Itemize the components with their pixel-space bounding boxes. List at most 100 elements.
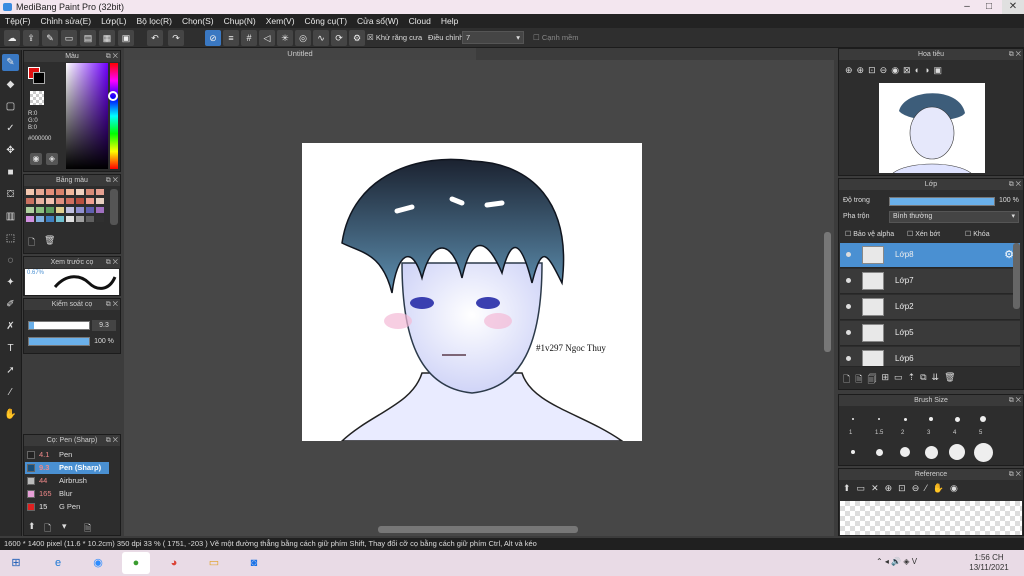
palette-swatch[interactable]	[46, 216, 54, 222]
new-8bit-layer-icon[interactable]: 🗐	[868, 372, 877, 386]
new-halftone-layer-icon[interactable]: 🗎	[855, 372, 862, 386]
dot-tool-icon[interactable]: ▢	[2, 98, 19, 115]
comment-icon[interactable]: ✎	[42, 30, 58, 46]
menu-filter[interactable]: Bộ lọc(R)	[132, 14, 177, 28]
artwork-canvas[interactable]: #1v297 Ngoc Thuy	[302, 143, 642, 442]
palette-swatch[interactable]	[56, 207, 64, 213]
palette-swatch[interactable]	[76, 198, 84, 204]
eye-icon[interactable]	[846, 356, 851, 361]
close-reference-icon[interactable]: ✕	[871, 483, 879, 497]
maximize-icon[interactable]: □	[978, 0, 1000, 14]
palette-swatch[interactable]	[56, 216, 64, 222]
delete-palette-icon[interactable]: 🗑	[44, 235, 55, 246]
coccoc-icon[interactable]: ●	[122, 552, 150, 574]
redo-icon[interactable]: ↷	[168, 30, 184, 46]
secondary-color[interactable]	[33, 72, 45, 84]
hand-tool-icon[interactable]: ✋	[2, 406, 19, 423]
lasso-tool-icon[interactable]: ◌	[2, 252, 19, 269]
brush-size-dot[interactable]	[924, 445, 938, 459]
file-explorer-icon[interactable]: ▭	[200, 552, 228, 574]
color-mix-icon[interactable]: ◈	[46, 153, 58, 165]
gradient-tool-icon[interactable]: ▥	[2, 208, 19, 225]
antialias-checkbox[interactable]: ☒ Khử răng cưa	[367, 33, 422, 42]
brush-size-dot[interactable]	[877, 417, 881, 421]
start-icon[interactable]: ⊞	[2, 552, 30, 574]
menu-cloud[interactable]: Cloud	[404, 14, 436, 28]
zoom-in-icon[interactable]: ⊕	[857, 65, 865, 79]
move-tool-icon[interactable]: ✥	[2, 142, 19, 159]
saturation-value-picker[interactable]	[66, 63, 108, 169]
palette-swatch[interactable]	[26, 207, 34, 213]
menu-edit[interactable]: Chỉnh sửa(E)	[36, 14, 97, 28]
brush-size-dot[interactable]	[980, 416, 986, 422]
eraser-tool-icon[interactable]: ◆	[2, 76, 19, 93]
chrome-icon[interactable]: ◕	[160, 552, 188, 574]
rotate-reset-icon[interactable]: ◉	[891, 65, 899, 79]
folder-layer-icon[interactable]: ▭	[894, 372, 903, 386]
brush-size-dot[interactable]	[851, 450, 855, 454]
palette-swatch[interactable]	[46, 198, 54, 204]
palette-swatch[interactable]	[46, 207, 54, 213]
palette-swatch[interactable]	[36, 198, 44, 204]
menu-help[interactable]: Help	[436, 14, 463, 28]
rotate-right-icon[interactable]: ◑	[924, 65, 929, 79]
menu-view[interactable]: Xem(V)	[261, 14, 300, 28]
palette-swatch[interactable]	[36, 207, 44, 213]
palette-swatch[interactable]	[66, 207, 74, 213]
reference-canvas[interactable]	[840, 501, 1022, 535]
palette-swatch[interactable]	[86, 189, 94, 195]
palette-swatch[interactable]	[36, 216, 44, 222]
rotate-snap-icon[interactable]: ⟳	[331, 30, 347, 46]
layer-scrollbar[interactable]	[1013, 243, 1020, 309]
palette-swatch[interactable]	[26, 198, 34, 204]
ref-zoom-out-icon[interactable]: ⊖	[912, 483, 920, 497]
palette-swatch[interactable]	[86, 198, 94, 204]
palette-swatch[interactable]	[46, 189, 54, 195]
brush-size-dot[interactable]	[954, 416, 960, 422]
brush-settings-icon[interactable]: 🗎	[84, 521, 91, 537]
brush-size-dot[interactable]	[900, 447, 910, 457]
eye-icon[interactable]	[846, 278, 851, 283]
palette-swatch[interactable]	[76, 189, 84, 195]
add-layer-menu-icon[interactable]: ⊞	[882, 372, 890, 386]
layer-row[interactable]: Lớp7	[840, 269, 1020, 294]
eye-icon[interactable]	[846, 330, 851, 335]
zoom-out-icon[interactable]: ⊖	[880, 65, 888, 79]
eye-icon[interactable]	[846, 304, 851, 309]
brush-item[interactable]: 4.1 Pen	[25, 449, 109, 461]
layer-row[interactable]: Lớp2	[840, 295, 1020, 320]
duplicate-layer-icon[interactable]: ⧉	[920, 372, 926, 386]
undo-icon[interactable]: ↶	[147, 30, 163, 46]
brush-item[interactable]: 15 G Pen	[25, 501, 109, 513]
palette-swatch[interactable]	[36, 189, 44, 195]
navigator-thumbnail[interactable]	[879, 83, 985, 174]
cloud-icon[interactable]: ☁	[4, 30, 20, 46]
palette-swatch[interactable]	[86, 207, 94, 213]
brush-menu-icon[interactable]: ▾	[62, 521, 67, 532]
ref-hand-icon[interactable]: ✋	[933, 483, 944, 497]
grid-snap-icon[interactable]: #	[241, 30, 257, 46]
menu-layer[interactable]: Lớp(L)	[96, 14, 131, 28]
brush-opacity-slider[interactable]	[28, 337, 90, 346]
palette-swatch[interactable]	[86, 216, 94, 222]
eye-icon[interactable]	[846, 252, 851, 257]
blend-select[interactable]: Bình thường ▾	[889, 211, 1019, 223]
zoom-fit-icon[interactable]: ⊕	[845, 65, 853, 79]
parallel-snap-icon[interactable]: ≡	[223, 30, 239, 46]
brush-item[interactable]: 44 Airbrush	[25, 475, 109, 487]
layer-row[interactable]: Lớp8 ⚙	[840, 243, 1020, 268]
vertical-scrollbar[interactable]	[824, 232, 831, 352]
upload-reference-icon[interactable]: ⬆	[843, 483, 851, 497]
palette-swatch[interactable]	[76, 207, 84, 213]
save-icon[interactable]: ▣	[118, 30, 134, 46]
brush-size-dot[interactable]	[875, 448, 883, 456]
zoom-actual-icon[interactable]: ⊡	[868, 65, 876, 79]
brush-tool-icon[interactable]: ✎	[2, 54, 19, 71]
brush-item[interactable]: 9.3 Pen (Sharp)	[25, 462, 109, 474]
transparent-color[interactable]	[30, 91, 44, 105]
color-wheel-icon[interactable]: ◉	[30, 153, 42, 165]
palette-swatch[interactable]	[96, 207, 104, 213]
palette-swatch[interactable]	[56, 198, 64, 204]
select-tool-icon[interactable]: ⬚	[2, 230, 19, 247]
hue-slider-handle[interactable]	[108, 91, 118, 101]
